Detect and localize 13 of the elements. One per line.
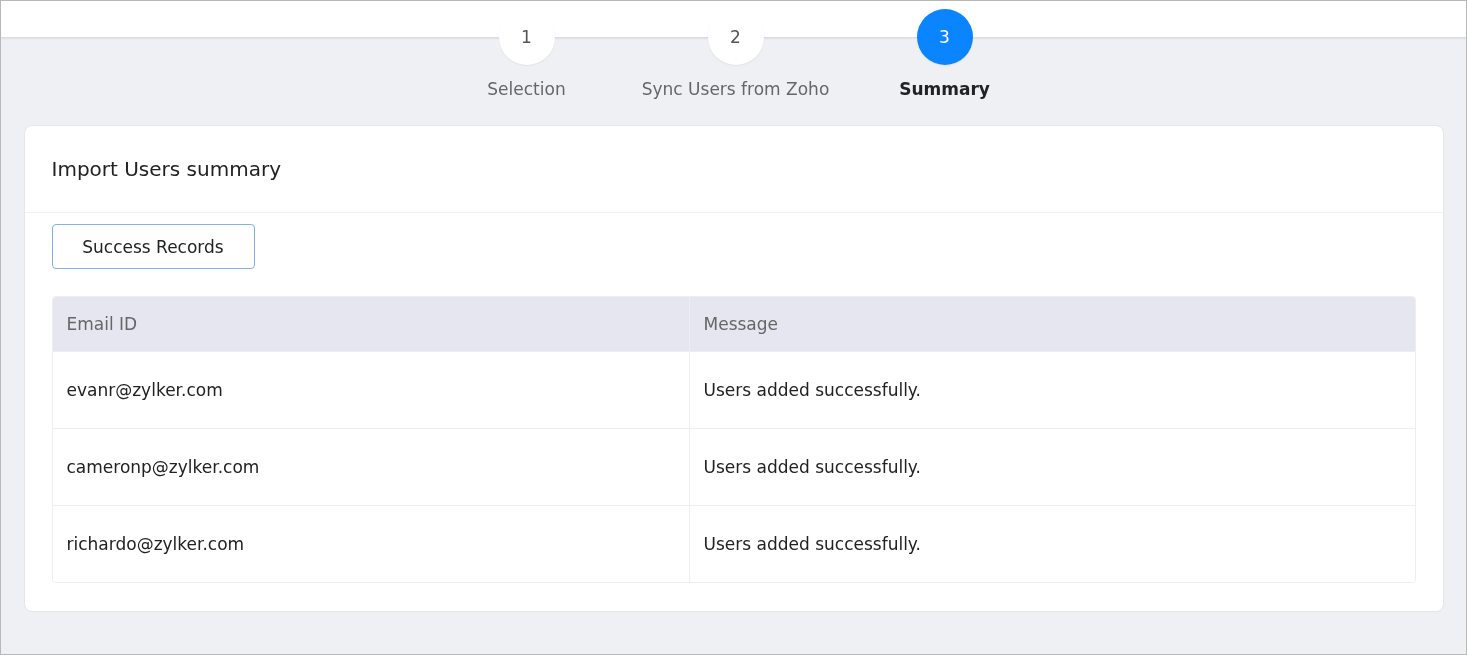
table-cell: Users added successfully. [688,506,1415,582]
card-title: Import Users summary [51,157,281,181]
column-header: Email ID [65,313,139,336]
table-cell-text: cameronp@zylker.com [65,456,261,479]
table-cell-text: evanr@zylker.com [65,379,224,402]
step-label: Summary [899,79,990,99]
step-number: 3 [916,9,973,65]
step-label: Selection [487,79,566,99]
success-records-button[interactable]: Success Records [51,224,255,269]
step-number: 1 [498,9,555,65]
step-label: Sync Users from Zoho [641,79,830,99]
table-cell-text: richardo@zylker.com [65,533,246,556]
step-number: 2 [707,9,764,65]
